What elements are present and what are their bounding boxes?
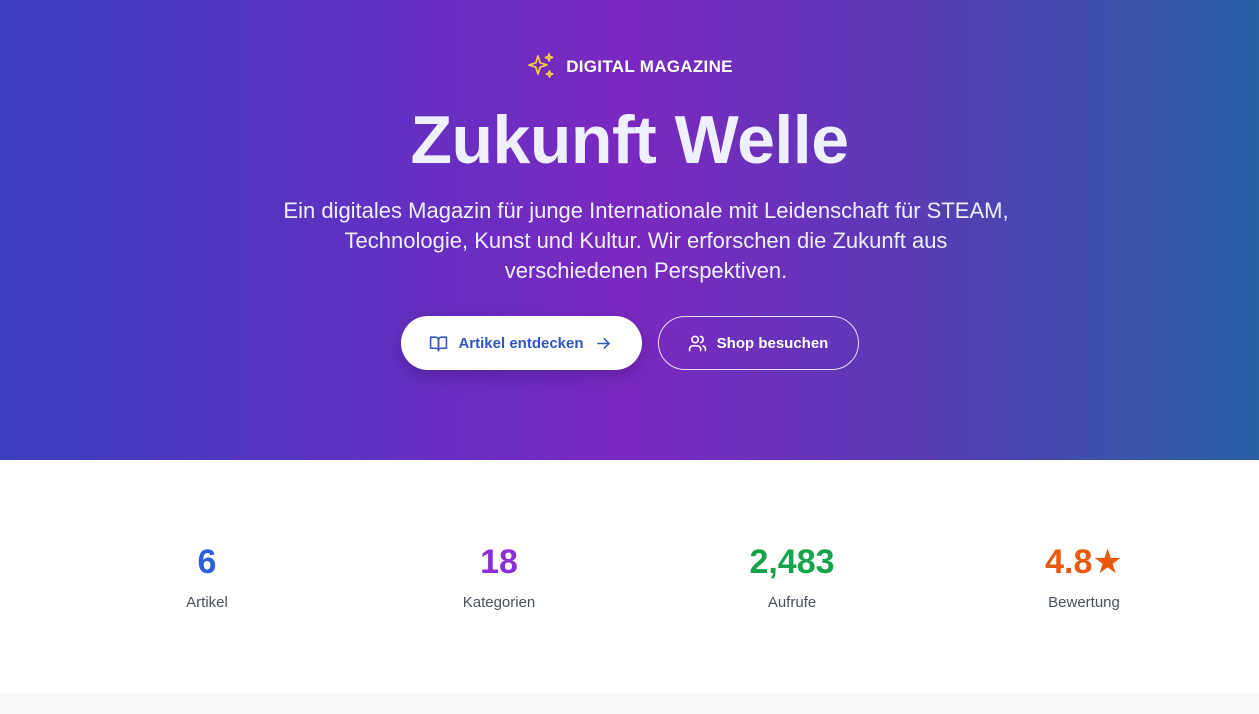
stat-value: 2,483: [749, 543, 835, 581]
users-icon: [688, 335, 706, 351]
stat-label: Kategorien: [462, 594, 536, 611]
stat-label: Artikel: [186, 594, 228, 611]
hero-subtitle: Ein digitales Magazin für junge Internat…: [283, 198, 1009, 283]
arrow-right-icon: [596, 337, 610, 349]
next-section-edge: [0, 693, 1259, 714]
visit-shop-button[interactable]: Shop besuchen: [657, 316, 859, 370]
discover-articles-label: Artikel entdecken: [458, 334, 584, 352]
stat-value: 18: [480, 543, 518, 581]
stat-label: Aufrufe: [767, 594, 817, 611]
stat-label: Bewertung: [1048, 594, 1120, 611]
stat-categories: 18 Kategorien: [389, 540, 609, 611]
badge-label: DIGITAL MAGAZINE: [566, 57, 733, 76]
sparkles-icon: [528, 53, 554, 78]
hero-section: DIGITAL MAGAZINE Zukunft Welle Ein digit…: [0, 0, 1259, 460]
book-open-icon: [430, 335, 448, 351]
page-title: Zukunft Welle: [410, 102, 849, 178]
stats-section: 6 Artikel 18 Kategorien 2,483 Aufrufe 4.…: [0, 460, 1259, 693]
stat-articles: 6 Artikel: [97, 540, 317, 611]
discover-articles-button[interactable]: Artikel entdecken: [400, 316, 642, 370]
stat-value: 4.8★: [1045, 543, 1123, 581]
stat-value: 6: [197, 543, 217, 581]
stat-views: 2,483 Aufrufe: [682, 540, 902, 611]
magazine-badge: DIGITAL MAGAZINE: [0, 52, 1259, 82]
visit-shop-label: Shop besuchen: [716, 334, 829, 352]
stat-rating: 4.8★ Bewertung: [974, 540, 1194, 611]
hero-actions: Artikel entdecken Shop besuchen: [0, 316, 1259, 370]
